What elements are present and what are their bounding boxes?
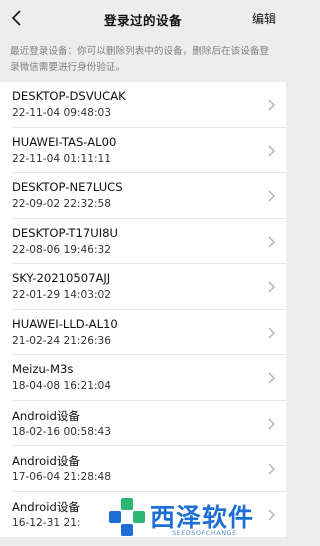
chevron-right-icon	[268, 418, 275, 429]
device-row[interactable]: SKY-20210507AJJ 22-01-29 14:03:02	[0, 264, 286, 310]
edit-button[interactable]: 编辑	[252, 10, 276, 27]
device-row[interactable]: DESKTOP-NE7LUCS 22-09-02 22:32:58	[0, 173, 286, 219]
device-login-time: 22-11-04 09:48:03	[12, 107, 112, 119]
device-name: SKY-20210507AJJ	[12, 271, 111, 285]
chevron-right-icon	[268, 99, 275, 111]
watermark-logo: 西泽软件 SEEDSOFCHANGE	[106, 494, 281, 542]
device-row[interactable]: Android设备 18-02-16 00:58:43	[0, 401, 286, 446]
device-name: Meizu-M3s	[12, 362, 74, 376]
chevron-right-icon	[268, 372, 275, 384]
chevron-right-icon	[268, 281, 275, 293]
device-login-time: 21-02-24 21:26:36	[12, 334, 112, 347]
device-name: Android设备	[12, 454, 81, 468]
watermark-tagline: SEEDSOFCHANGE	[172, 529, 237, 537]
chevron-right-icon	[268, 145, 275, 156]
device-name: HUAWEI-LLD-AL10	[12, 316, 118, 331]
device-row[interactable]: DESKTOP-DSVUCAK 22-11-04 09:48:03	[0, 82, 286, 128]
device-name: HUAWEI-TAS-AL00	[12, 134, 117, 149]
device-name: DESKTOP-T17UI8U	[12, 225, 118, 240]
device-login-time: 22-09-02 22:32:58	[12, 198, 112, 210]
navigation-bar: 登录过的设备 编辑	[0, 0, 286, 38]
device-row[interactable]: HUAWEI-LLD-AL10 21-02-24 21:26:36	[0, 310, 286, 355]
chevron-right-icon	[268, 190, 275, 202]
device-row[interactable]: Meizu-M3s 18-04-08 16:21:04	[0, 355, 286, 401]
device-name: DESKTOP-DSVUCAK	[12, 89, 126, 103]
device-name: Android设备	[12, 499, 81, 514]
device-row[interactable]: DESKTOP-T17UI8U 22-08-06 19:46:32	[0, 219, 286, 264]
device-row[interactable]: HUAWEI-TAS-AL00 22-11-04 01:11:11	[0, 128, 286, 173]
device-row[interactable]: Android设备 17-06-04 21:28:48	[0, 446, 286, 492]
device-login-time: 18-02-16 00:58:43	[12, 425, 112, 438]
device-list: DESKTOP-DSVUCAK 22-11-04 09:48:03 HUAWEI-T…	[0, 82, 286, 537]
device-login-time: 22-08-06 19:46:32	[12, 243, 112, 256]
device-name: Android设备	[12, 408, 81, 423]
chevron-right-icon	[268, 463, 275, 475]
notice-text: 最近登录设备：你可以删除列表中的设备，删除后在该设备登录微信需要进行身份验证。	[10, 46, 270, 73]
device-login-time: 17-06-04 21:28:48	[12, 471, 112, 483]
page-title: 登录过的设备	[103, 13, 182, 28]
device-name: DESKTOP-NE7LUCS	[12, 180, 123, 194]
device-login-time: 18-04-08 16:21:04	[12, 380, 112, 392]
chevron-right-icon	[268, 236, 275, 247]
device-login-time: 22-11-04 01:11:11	[12, 152, 112, 165]
device-login-time: 22-01-29 14:03:02	[12, 289, 112, 301]
chevron-right-icon	[268, 327, 275, 338]
watermark-mark-icon	[109, 498, 145, 536]
device-login-time: 16-12-31 21:	[12, 516, 81, 529]
